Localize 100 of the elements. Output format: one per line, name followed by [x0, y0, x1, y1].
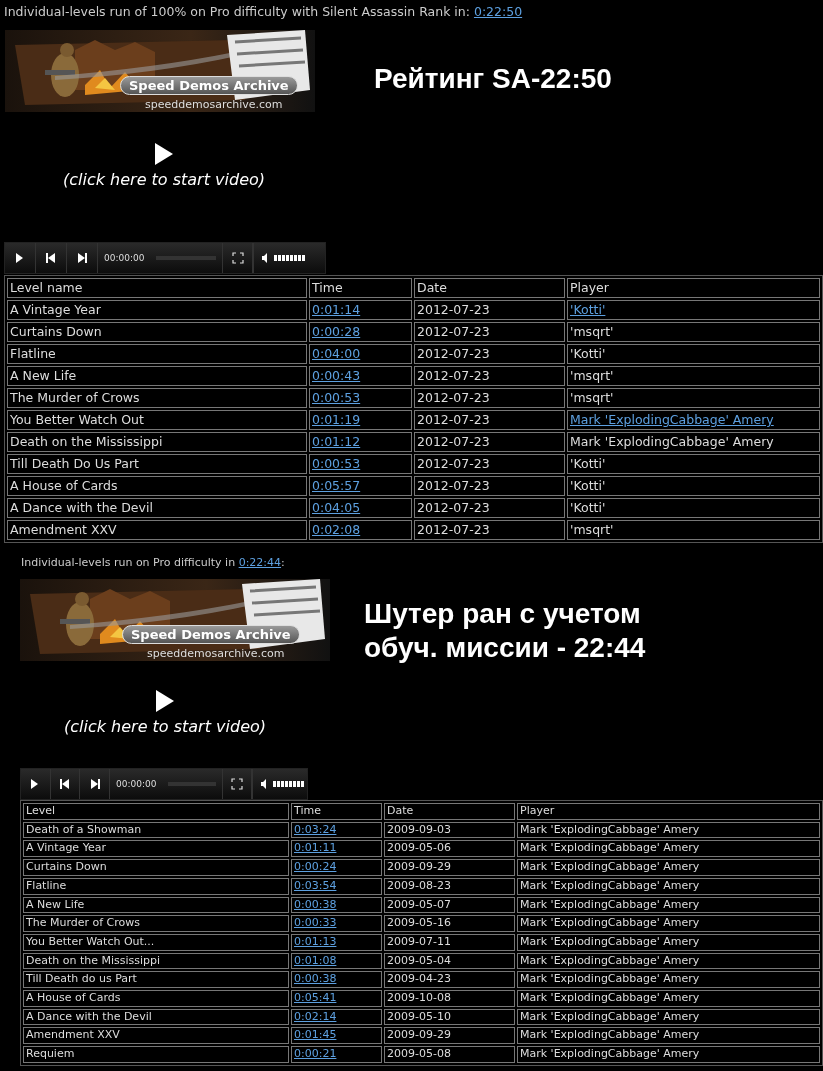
table-cell: 2012-07-23	[414, 344, 565, 364]
table-cell: 2012-07-23	[414, 300, 565, 320]
table-cell: 2012-07-23	[414, 410, 565, 430]
table-cell: 2012-07-23	[414, 520, 565, 540]
table-cell: Flatline	[7, 344, 307, 364]
fullscreen-button[interactable]	[222, 243, 254, 273]
column-header: Level	[23, 803, 289, 820]
table-cell: 'msqrt'	[567, 322, 820, 342]
table-cell: 2009-05-16	[384, 915, 515, 932]
annotation-text: обуч. миссии - 22:44	[364, 631, 646, 665]
table-cell: 2012-07-23	[414, 476, 565, 496]
table-cell: 2009-05-07	[384, 896, 515, 914]
table-cell: 2009-08-23	[384, 877, 515, 895]
table-cell: A New Life	[23, 896, 289, 914]
table-cell: 'Kotti'	[567, 344, 820, 364]
player-link[interactable]: 'Kotti'	[570, 302, 606, 317]
table-cell: Mark 'ExplodingCabbage' Amery	[517, 971, 820, 989]
table-cell: Flatline	[23, 877, 289, 895]
time-display: 00:00:00	[115, 779, 158, 789]
volume-icon[interactable]	[261, 779, 269, 789]
table-cell: 2009-05-04	[384, 952, 515, 970]
table-cell: Mark 'ExplodingCabbage' Amery	[517, 1008, 820, 1026]
skip-forward-icon	[76, 252, 88, 264]
table-cell: Mark 'ExplodingCabbage' Amery	[517, 933, 820, 951]
table-cell: The Murder of Crows	[23, 915, 289, 932]
skip-back-icon	[59, 778, 72, 790]
play-icon[interactable]	[154, 142, 174, 166]
column-header: Time	[309, 278, 412, 298]
fullscreen-icon	[231, 778, 244, 790]
logo-label: Speed Demos Archive	[120, 76, 298, 95]
table-cell: A House of Cards	[23, 990, 289, 1007]
table-cell: 2009-10-08	[384, 990, 515, 1007]
table-cell: Mark 'ExplodingCabbage' Amery	[517, 896, 820, 914]
table-cell: Requiem	[23, 1046, 289, 1063]
fullscreen-button[interactable]	[222, 769, 252, 799]
annotation-text: Рейтинг SA-22:50	[374, 62, 612, 96]
table-cell: Mark 'ExplodingCabbage' Amery	[517, 1046, 820, 1063]
table-cell: Mark 'ExplodingCabbage' Amery	[517, 1027, 820, 1045]
heading-text: Individual-levels run of 100% on Pro difficulty with Silent Assassin Rank in: 0:22:50	[4, 4, 524, 20]
table-cell: 2009-04-23	[384, 971, 515, 989]
table-cell: A Vintage Year	[23, 840, 289, 858]
heading-text: Individual-levels run on Pro difficulty in 0:22:44:	[21, 555, 286, 571]
table-cell: Amendment XXV	[7, 520, 307, 540]
time-display: 00:00:00	[103, 253, 146, 263]
table-cell: Mark 'ExplodingCabbage' Amery	[567, 432, 820, 452]
table-cell: Death on the Mississippi	[23, 952, 289, 970]
table-cell: You Better Watch Out...	[23, 933, 289, 951]
table-cell: 2012-07-23	[414, 498, 565, 518]
table-cell: 2009-05-06	[384, 840, 515, 858]
table-cell: A New Life	[7, 366, 307, 386]
table-cell: 2012-07-23	[414, 432, 565, 452]
table-cell: 2009-05-08	[384, 1046, 515, 1063]
play-icon[interactable]	[155, 689, 175, 713]
table-cell: 2012-07-23	[414, 366, 565, 386]
table-cell: Till Death Do Us Part	[7, 454, 307, 474]
volume-bar[interactable]	[273, 781, 307, 787]
table-cell: Mark 'ExplodingCabbage' Amery	[517, 990, 820, 1007]
column-header: Level name	[7, 278, 307, 298]
table-cell: 'Kotti'	[567, 498, 820, 518]
table-cell: 'Kotti'	[567, 454, 820, 474]
table-cell: 'msqrt'	[567, 366, 820, 386]
table-cell: 'msqrt'	[567, 388, 820, 408]
logo-label: Speed Demos Archive	[122, 625, 300, 644]
table-cell: Till Death do us Part	[23, 971, 289, 989]
column-header: Player	[517, 803, 820, 820]
table-cell: 2012-07-23	[414, 454, 565, 474]
run-time-link[interactable]: 0:22:50	[473, 4, 523, 19]
table-cell: 'msqrt'	[567, 520, 820, 540]
table-cell: A Dance with the Devil	[7, 498, 307, 518]
table-cell: 2009-09-29	[384, 1027, 515, 1045]
table-cell: Mark 'ExplodingCabbage' Amery	[517, 915, 820, 932]
table-cell: Mark 'ExplodingCabbage' Amery	[517, 952, 820, 970]
annotation-text: Шутер ран с учетом	[364, 597, 642, 631]
fullscreen-icon	[231, 252, 244, 264]
table-cell: Curtains Down	[7, 322, 307, 342]
table-cell: 2009-05-10	[384, 1008, 515, 1026]
site-url-text: speeddemosarchive.com	[147, 647, 285, 660]
table-cell: You Better Watch Out	[7, 410, 307, 430]
table-cell: 2009-09-29	[384, 859, 515, 876]
table-cell: 2012-07-23	[414, 388, 565, 408]
column-header: Player	[567, 278, 820, 298]
start-video-text[interactable]: (click here to start video)	[64, 717, 266, 736]
table-cell: 2012-07-23	[414, 322, 565, 342]
table-cell: Death of a Showman	[23, 821, 289, 839]
table-cell: Mark 'ExplodingCabbage' Amery	[517, 859, 820, 876]
table-cell: A Dance with the Devil	[23, 1008, 289, 1026]
column-header: Date	[414, 278, 565, 298]
column-header: Time	[291, 803, 382, 820]
table-cell: 'Kotti'	[567, 476, 820, 496]
table-cell: Amendment XXV	[23, 1027, 289, 1045]
table-cell: 2009-07-11	[384, 933, 515, 951]
table-cell: A Vintage Year	[7, 300, 307, 320]
table-cell: Mark 'ExplodingCabbage' Amery	[517, 821, 820, 839]
skip-forward-icon	[88, 778, 101, 790]
table-cell: Curtains Down	[23, 859, 289, 876]
table-cell: A House of Cards	[7, 476, 307, 496]
table-cell: Mark 'ExplodingCabbage' Amery	[517, 840, 820, 858]
start-video-text[interactable]: (click here to start video)	[63, 170, 265, 189]
table-cell: Mark 'ExplodingCabbage' Amery	[517, 877, 820, 895]
column-header: Date	[384, 803, 515, 820]
